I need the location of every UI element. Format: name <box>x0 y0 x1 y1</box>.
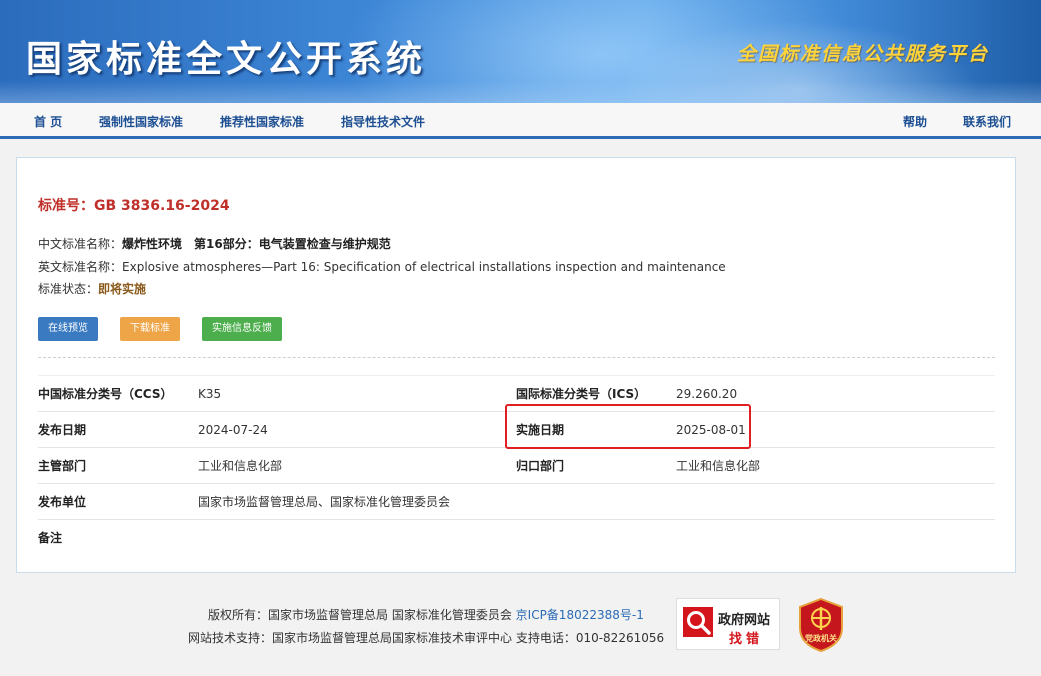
footer-support: 网站技术支持：国家市场监督管理总局国家标准技术审评中心 支持电话：010-822… <box>188 631 665 645</box>
status-line: 标准状态：即将实施 <box>38 280 146 297</box>
copyright-text: 版权所有：国家市场监督管理总局 国家标准化管理委员会 <box>208 608 512 622</box>
download-standard-button[interactable]: 下载标准 <box>120 317 180 341</box>
icp-link[interactable]: 京ICP备18022388号-1 <box>516 608 644 622</box>
ccs-value: K35 <box>198 375 516 412</box>
en-name-line: 英文标准名称：Explosive atmospheres—Part 16: Sp… <box>38 258 726 275</box>
publish-date-value: 2024-07-24 <box>198 411 516 448</box>
nav-help[interactable]: 帮助 <box>903 113 927 130</box>
issuer-value: 国家市场监督管理总局、国家标准化管理委员会 <box>198 483 995 520</box>
gov-site-error-report-badge[interactable]: 政府网站 找错 <box>676 598 780 650</box>
banner-band <box>0 81 1041 103</box>
authority-label: 主管部门 <box>38 447 198 484</box>
platform-slogan: 全国标准信息公共服务平台 <box>736 43 989 65</box>
cn-name-line: 中文标准名称：爆炸性环境 第16部分：电气装置检查与维护规范 <box>38 235 391 252</box>
ccs-label: 中国标准分类号（CCS） <box>38 375 198 412</box>
gov-badge-line2: 找错 <box>729 632 764 647</box>
footer-copyright: 版权所有：国家市场监督管理总局 国家标准化管理委员会 京ICP备18022388… <box>208 606 644 623</box>
status-label: 标准状态： <box>38 282 99 296</box>
owner-label: 归口部门 <box>516 447 676 484</box>
effective-date-highlight <box>505 404 751 449</box>
main-nav: 首 页 强制性国家标准 推荐性国家标准 指导性技术文件 帮助 联系我们 <box>0 103 1041 139</box>
issuer-label: 发布单位 <box>38 483 198 520</box>
table-row: 主管部门 工业和信息化部 归口部门 工业和信息化部 <box>38 447 995 484</box>
magnifier-icon <box>683 607 713 637</box>
party-badge-label: 党政机关 <box>805 634 837 643</box>
nav-guidance-documents[interactable]: 指导性技术文件 <box>341 113 425 130</box>
site-banner: 国家标准全文公开系统 全国标准信息公共服务平台 <box>0 0 1041 103</box>
section-divider <box>38 357 995 358</box>
authority-value: 工业和信息化部 <box>198 447 516 484</box>
nav-mandatory-standards[interactable]: 强制性国家标准 <box>99 113 183 130</box>
cn-name-label: 中文标准名称： <box>38 237 123 251</box>
implementation-feedback-button[interactable]: 实施信息反馈 <box>202 317 282 341</box>
online-preview-button[interactable]: 在线预览 <box>38 317 98 341</box>
nav-home[interactable]: 首 页 <box>34 113 62 130</box>
remark-value <box>198 519 995 556</box>
party-gov-emblem[interactable]: 党政机关 <box>798 597 844 653</box>
cn-name-value: 爆炸性环境 第16部分：电气装置检查与维护规范 <box>122 237 391 251</box>
standard-number-label: 标准号： <box>38 198 94 214</box>
gov-badge-line1: 政府网站 <box>718 613 771 628</box>
standard-detail-panel: 标准号：GB 3836.16-2024 中文标准名称：爆炸性环境 第16部分：电… <box>16 157 1016 573</box>
standard-number: GB 3836.16-2024 <box>94 198 230 214</box>
publish-date-label: 发布日期 <box>38 411 198 448</box>
owner-value: 工业和信息化部 <box>676 447 995 484</box>
status-value: 即将实施 <box>98 282 147 296</box>
nav-contact-us[interactable]: 联系我们 <box>963 113 1011 130</box>
nav-recommended-standards[interactable]: 推荐性国家标准 <box>220 113 304 130</box>
en-name-label: 英文标准名称： <box>38 260 123 274</box>
table-row: 备注 <box>38 519 995 556</box>
standard-info-table: 中国标准分类号（CCS） K35 国际标准分类号（ICS） 29.260.20 … <box>38 375 995 556</box>
standard-number-heading: 标准号：GB 3836.16-2024 <box>38 195 230 215</box>
en-name-value: Explosive atmospheres—Part 16: Specifica… <box>122 260 726 274</box>
site-title: 国家标准全文公开系统 <box>26 39 427 80</box>
table-row: 发布单位 国家市场监督管理总局、国家标准化管理委员会 <box>38 483 995 520</box>
remark-label: 备注 <box>38 519 198 556</box>
